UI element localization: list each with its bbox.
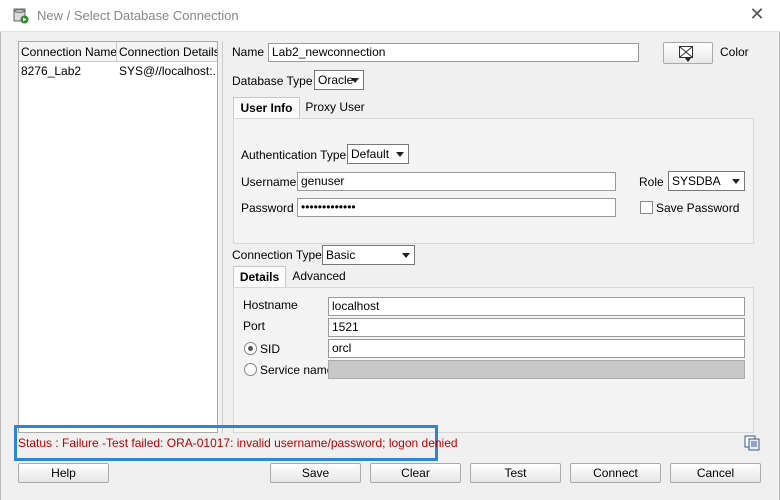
color-swatch-icon xyxy=(679,46,693,58)
connect-button[interactable]: Connect xyxy=(570,463,661,483)
save-password-label: Save Password xyxy=(656,201,740,215)
port-field[interactable]: 1521 xyxy=(328,318,745,337)
tab-proxy-user[interactable]: Proxy User xyxy=(302,97,368,119)
authentication-type-value: Default xyxy=(351,147,390,161)
cancel-button[interactable]: Cancel xyxy=(670,463,761,483)
save-password-checkbox[interactable] xyxy=(640,201,653,214)
close-icon[interactable]: ✕ xyxy=(747,4,767,24)
title-bar: New / Select Database Connection ✕ xyxy=(0,0,780,32)
username-label: Username xyxy=(241,175,297,189)
sql-developer-connection-icon xyxy=(13,8,29,24)
panel-splitter[interactable] xyxy=(222,41,226,433)
sid-radio[interactable] xyxy=(244,342,257,355)
help-button[interactable]: Help xyxy=(18,463,109,483)
connection-type-select[interactable]: Basic xyxy=(322,245,415,265)
chevron-down-icon xyxy=(396,152,404,157)
clear-button[interactable]: Clear xyxy=(370,463,461,483)
chevron-down-icon xyxy=(351,78,359,83)
username-field[interactable]: genuser xyxy=(297,172,616,191)
tab-user-info[interactable]: User Info xyxy=(233,97,300,119)
connection-row-name[interactable]: 8276_Lab2 xyxy=(19,62,117,80)
name-label: Name xyxy=(232,45,265,59)
service-name-field xyxy=(328,360,745,379)
chevron-down-icon xyxy=(685,58,691,62)
service-name-label: Service name xyxy=(260,363,334,377)
authentication-type-select[interactable]: Default xyxy=(347,144,409,164)
tab-advanced[interactable]: Advanced xyxy=(288,266,350,288)
color-button[interactable] xyxy=(663,42,713,64)
hostname-field[interactable]: localhost xyxy=(328,297,745,316)
role-select[interactable]: SYSDBA xyxy=(668,171,745,191)
connection-type-label: Connection Type xyxy=(232,248,322,262)
database-type-value: Oracle xyxy=(318,73,354,87)
role-value: SYSDBA xyxy=(672,174,721,188)
port-label: Port xyxy=(243,319,266,333)
database-type-label: Database Type xyxy=(232,74,313,88)
chevron-down-icon xyxy=(732,179,740,184)
test-button[interactable]: Test xyxy=(470,463,561,483)
column-header-connection-name[interactable]: Connection Name xyxy=(19,42,117,62)
save-button[interactable]: Save xyxy=(270,463,361,483)
sid-field[interactable]: orcl xyxy=(328,339,745,358)
connection-row-details[interactable]: SYS@//localhost:... xyxy=(117,62,217,80)
connection-type-value: Basic xyxy=(326,248,356,262)
service-name-radio[interactable] xyxy=(244,363,257,376)
color-label: Color xyxy=(720,45,749,59)
password-label: Password xyxy=(241,201,294,215)
tab-details[interactable]: Details xyxy=(233,266,286,288)
status-message: Status : Failure -Test failed: ORA-01017… xyxy=(18,436,458,450)
password-field[interactable]: ••••••••••••• xyxy=(297,198,616,217)
sid-label: SID xyxy=(260,342,281,356)
role-label: Role xyxy=(639,175,664,189)
column-header-connection-details[interactable]: Connection Details xyxy=(117,42,217,62)
chevron-down-icon xyxy=(402,253,410,258)
authentication-type-label: Authentication Type xyxy=(241,148,347,162)
name-field[interactable]: Lab2_newconnection xyxy=(268,43,639,62)
hostname-label: Hostname xyxy=(243,298,298,312)
copy-icon[interactable] xyxy=(744,435,760,451)
window-title: New / Select Database Connection xyxy=(37,8,239,23)
connections-table: Connection Name Connection Details 8276_… xyxy=(18,41,218,433)
database-type-select[interactable]: Oracle xyxy=(314,70,364,90)
